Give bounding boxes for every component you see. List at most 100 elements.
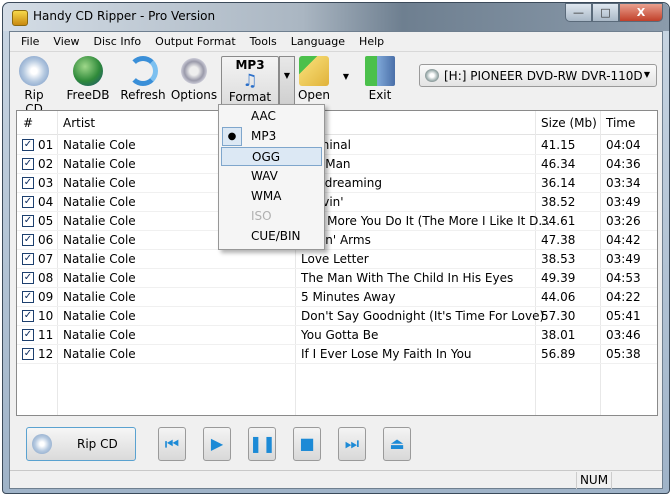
header-size[interactable]: Size (Mb) bbox=[541, 116, 597, 130]
track-artist: Natalie Cole bbox=[63, 290, 136, 304]
app-icon bbox=[12, 10, 28, 26]
next-icon: ⏭ bbox=[344, 434, 360, 453]
previous-button[interactable]: ⏮ bbox=[158, 427, 186, 461]
track-checkbox[interactable]: ✓ bbox=[22, 215, 34, 227]
bottom-panel: Rip CD ⏮ ▶ ❚❚ ■ ⏭ ⏏ bbox=[10, 418, 662, 468]
track-checkbox[interactable]: ✓ bbox=[22, 177, 34, 189]
rip-cd-button[interactable]: Rip CD bbox=[14, 56, 54, 116]
track-checkbox[interactable]: ✓ bbox=[22, 310, 34, 322]
track-checkbox[interactable]: ✓ bbox=[22, 291, 34, 303]
track-checkbox[interactable]: ✓ bbox=[22, 158, 34, 170]
cd-icon bbox=[19, 56, 49, 86]
track-artist: Natalie Cole bbox=[63, 328, 136, 342]
table-row[interactable]: ✓ 08 Natalie Cole The Man With The Child… bbox=[17, 269, 657, 288]
table-row[interactable]: ✓ 06 Natalie Cole Lovin' Arms 47.38 04:4… bbox=[17, 231, 657, 250]
table-row[interactable]: ✓ 02 Natalie Cole Old Man 46.34 04:36 bbox=[17, 155, 657, 174]
track-time: 04:04 bbox=[606, 138, 641, 152]
track-size: 38.52 bbox=[541, 195, 576, 209]
format-menu-item-ogg[interactable]: OGG bbox=[221, 147, 322, 166]
rip-cd-big-button[interactable]: Rip CD bbox=[26, 427, 136, 461]
table-row[interactable]: ✓ 01 Natalie Cole Criminal 41.15 04:04 bbox=[17, 136, 657, 155]
table-row[interactable]: ✓ 07 Natalie Cole Love Letter 38.53 03:4… bbox=[17, 250, 657, 269]
options-button[interactable]: Options bbox=[170, 56, 218, 106]
table-row[interactable]: ✓ 11 Natalie Cole You Gotta Be 38.01 03:… bbox=[17, 326, 657, 345]
track-size: 44.06 bbox=[541, 290, 576, 304]
menu-help[interactable]: Help bbox=[352, 32, 391, 51]
header-artist[interactable]: Artist bbox=[63, 116, 95, 130]
track-time: 04:42 bbox=[606, 233, 641, 247]
track-artist: Natalie Cole bbox=[63, 252, 136, 266]
track-time: 03:49 bbox=[606, 252, 641, 266]
open-label: Open bbox=[297, 88, 331, 102]
track-size: 49.39 bbox=[541, 271, 576, 285]
format-menu-item-mp3[interactable]: ● MP3 bbox=[221, 127, 322, 146]
menu-tools[interactable]: Tools bbox=[243, 32, 284, 51]
pause-button[interactable]: ❚❚ bbox=[248, 427, 276, 461]
track-size: 57.30 bbox=[541, 309, 576, 323]
track-checkbox[interactable]: ✓ bbox=[22, 253, 34, 265]
exit-button[interactable]: Exit bbox=[362, 56, 398, 106]
close-button[interactable]: X bbox=[619, 3, 663, 22]
play-button[interactable]: ▶ bbox=[203, 427, 231, 461]
track-checkbox[interactable]: ✓ bbox=[22, 272, 34, 284]
header-num[interactable]: # bbox=[23, 116, 33, 130]
track-num: 02 bbox=[38, 157, 54, 171]
format-menu-label: ISO bbox=[251, 209, 272, 223]
format-menu-item-cue-bin[interactable]: CUE/BIN bbox=[221, 227, 322, 246]
format-menu-item-wma[interactable]: WMA bbox=[221, 187, 322, 206]
format-dropdown-button[interactable]: ▼ bbox=[279, 56, 295, 106]
format-button[interactable]: MP3 ♫ Format bbox=[221, 56, 279, 106]
num-lock-indicator: NUM bbox=[576, 472, 612, 489]
menu-language[interactable]: Language bbox=[284, 32, 352, 51]
track-checkbox[interactable]: ✓ bbox=[22, 196, 34, 208]
status-bar: NUM bbox=[10, 470, 662, 489]
maximize-button[interactable]: □ bbox=[592, 3, 619, 22]
table-row[interactable]: ✓ 10 Natalie Cole Don't Say Goodnight (I… bbox=[17, 307, 657, 326]
track-checkbox[interactable]: ✓ bbox=[22, 234, 34, 246]
menu-view[interactable]: View bbox=[46, 32, 86, 51]
format-label: Format bbox=[228, 90, 272, 104]
rip-cd-big-label: Rip CD bbox=[77, 437, 118, 451]
format-menu-item-wav[interactable]: WAV bbox=[221, 167, 322, 186]
pause-icon: ❚❚ bbox=[249, 434, 276, 453]
table-row[interactable]: ✓ 04 Natalie Cole Leavin' 38.52 03:49 bbox=[17, 193, 657, 212]
menu-output-format[interactable]: Output Format bbox=[148, 32, 242, 51]
track-time: 03:46 bbox=[606, 328, 641, 342]
stop-button[interactable]: ■ bbox=[293, 427, 321, 461]
eject-button[interactable]: ⏏ bbox=[383, 427, 411, 461]
table-row[interactable]: ✓ 05 Natalie Cole The More You Do It (Th… bbox=[17, 212, 657, 231]
header-time[interactable]: Time bbox=[606, 116, 635, 130]
next-button[interactable]: ⏭ bbox=[338, 427, 366, 461]
track-num: 11 bbox=[38, 328, 54, 342]
track-checkbox[interactable]: ✓ bbox=[22, 348, 34, 360]
minimize-button[interactable]: — bbox=[565, 3, 592, 22]
track-time: 03:34 bbox=[606, 176, 641, 190]
exit-label: Exit bbox=[368, 88, 392, 102]
track-num: 01 bbox=[38, 138, 54, 152]
track-checkbox[interactable]: ✓ bbox=[22, 139, 34, 151]
track-size: 38.01 bbox=[541, 328, 576, 342]
track-title: 5 Minutes Away bbox=[301, 290, 396, 304]
format-menu-item-aac[interactable]: AAC bbox=[221, 107, 322, 126]
title-bar[interactable]: Handy CD Ripper - Pro Version — □ X bbox=[3, 3, 669, 31]
table-row[interactable]: ✓ 03 Natalie Cole Daydreaming 36.14 03:3… bbox=[17, 174, 657, 193]
drive-select[interactable]: [H:] PIONEER DVD-RW DVR-110D ▼ bbox=[419, 64, 657, 87]
globe-icon bbox=[73, 56, 103, 86]
freedb-button[interactable]: FreeDB bbox=[66, 56, 110, 106]
table-header: # Artist Size (Mb) Time bbox=[17, 111, 657, 135]
track-time: 03:49 bbox=[606, 195, 641, 209]
track-checkbox[interactable]: ✓ bbox=[22, 329, 34, 341]
menu-disc-info[interactable]: Disc Info bbox=[87, 32, 149, 51]
table-row[interactable]: ✓ 12 Natalie Cole If I Ever Lose My Fait… bbox=[17, 345, 657, 364]
format-menu-label: MP3 bbox=[251, 129, 277, 143]
gears-icon bbox=[179, 56, 209, 86]
track-artist: Natalie Cole bbox=[63, 176, 136, 190]
freedb-label: FreeDB bbox=[66, 88, 110, 102]
refresh-button[interactable]: Refresh bbox=[120, 56, 166, 106]
track-num: 12 bbox=[38, 347, 54, 361]
track-artist: Natalie Cole bbox=[63, 271, 136, 285]
track-time: 05:38 bbox=[606, 347, 641, 361]
table-row[interactable]: ✓ 09 Natalie Cole 5 Minutes Away 44.06 0… bbox=[17, 288, 657, 307]
open-button[interactable]: Open bbox=[296, 56, 332, 106]
menu-file[interactable]: File bbox=[14, 32, 46, 51]
